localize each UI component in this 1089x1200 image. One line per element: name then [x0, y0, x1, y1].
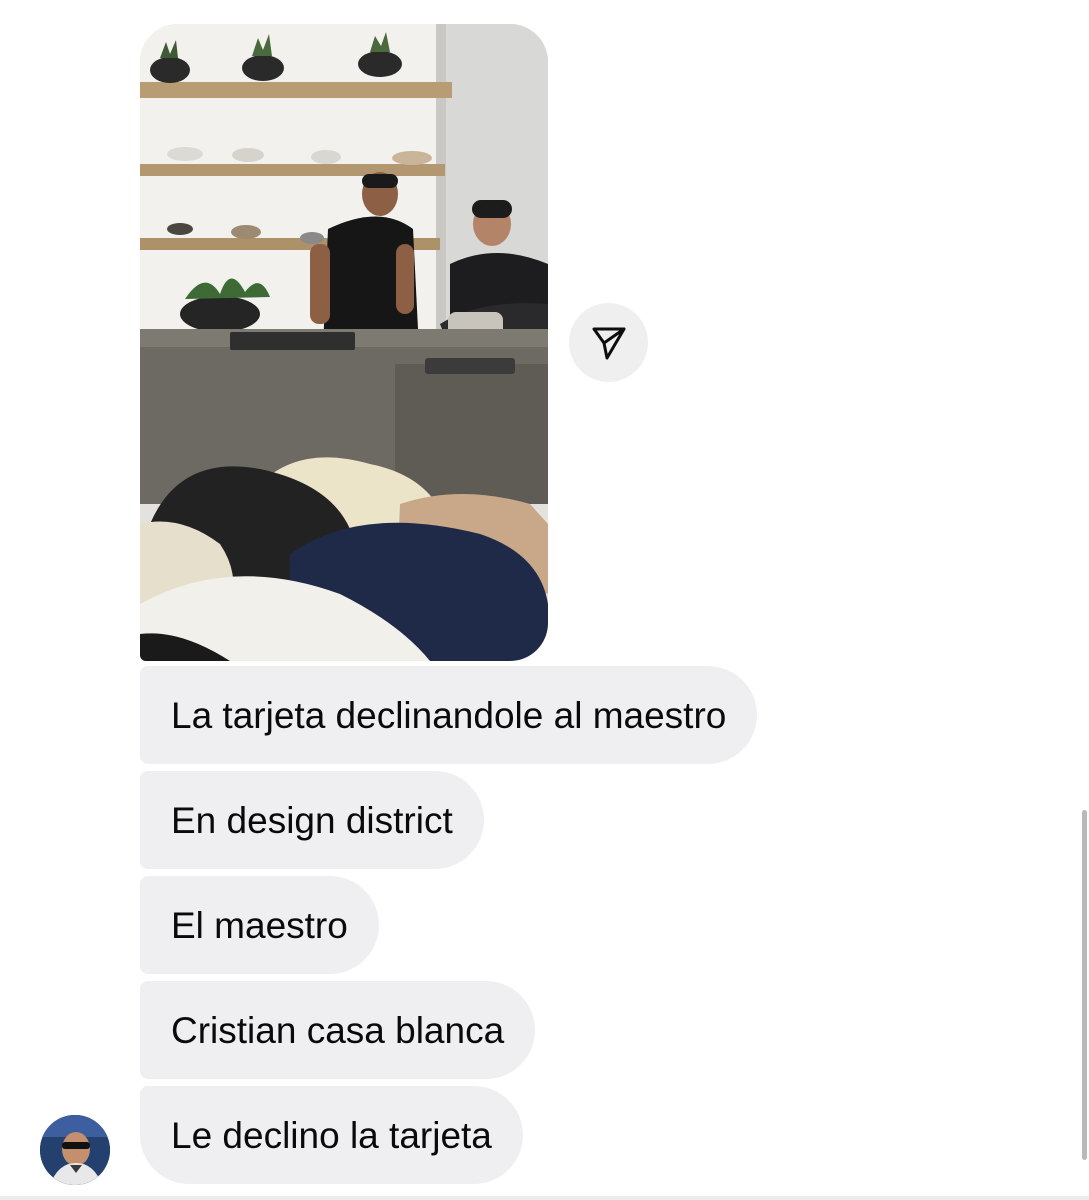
message-bubble[interactable]: En design district — [140, 771, 484, 869]
message-text: La tarjeta declinandole al maestro — [171, 694, 727, 736]
message-text: Cristian casa blanca — [171, 1009, 505, 1051]
message-bubble[interactable]: La tarjeta declinandole al maestro — [140, 666, 758, 764]
scrollbar[interactable] — [1082, 810, 1087, 1160]
divider — [0, 1196, 1089, 1200]
photo-message[interactable] — [140, 24, 548, 661]
message-text: El maestro — [171, 904, 348, 946]
message-bubble[interactable]: Le declino la tarjeta — [140, 1086, 523, 1184]
paper-plane-icon — [592, 327, 625, 359]
message-text: En design district — [171, 799, 453, 841]
message-bubble[interactable]: Cristian casa blanca — [140, 981, 536, 1079]
message-text: Le declino la tarjeta — [171, 1114, 492, 1156]
profile-avatar-icon — [40, 1115, 110, 1185]
store-photo — [140, 24, 548, 661]
share-button[interactable] — [569, 303, 648, 382]
sender-avatar[interactable] — [40, 1115, 110, 1185]
message-bubble[interactable]: El maestro — [140, 876, 379, 974]
chat-thread: La tarjeta declinandole al maestro En de… — [0, 0, 1089, 1200]
